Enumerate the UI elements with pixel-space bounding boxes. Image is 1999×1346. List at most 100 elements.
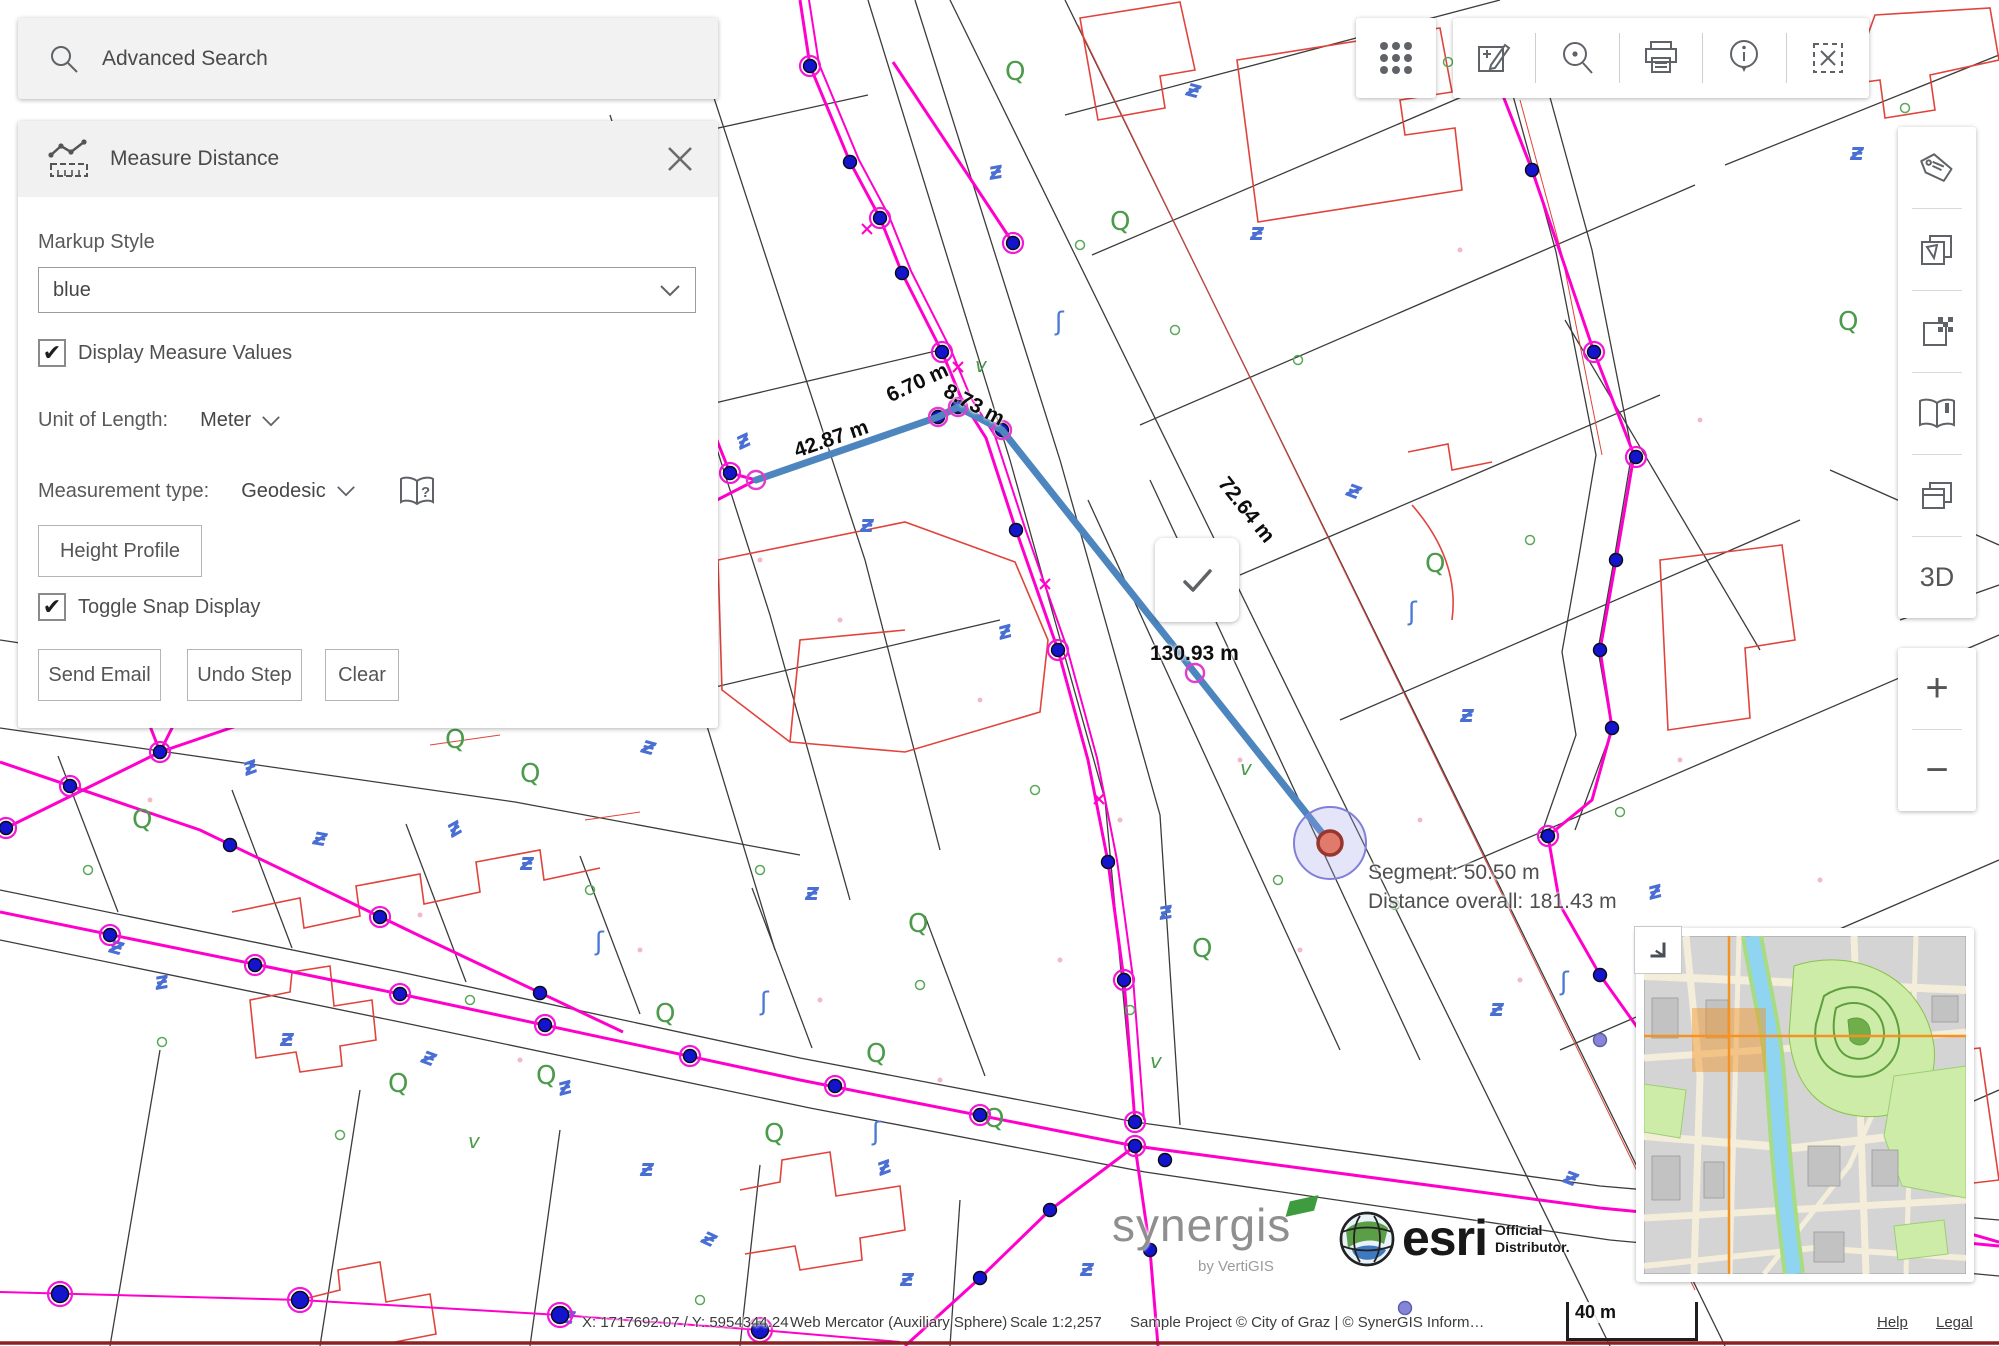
select-region-button[interactable]: [1787, 18, 1869, 98]
svg-text:ƶ: ƶ: [151, 966, 172, 996]
svg-text:ƶ: ƶ: [310, 822, 331, 852]
svg-text:Q: Q: [1005, 57, 1025, 87]
chevron-down-icon: [659, 284, 681, 297]
svg-text:ʃ: ʃ: [1407, 597, 1418, 627]
svg-text:ƶ: ƶ: [553, 1071, 576, 1102]
markup-style-select[interactable]: blue: [38, 267, 696, 313]
print-button[interactable]: [1620, 18, 1702, 98]
height-profile-button[interactable]: Height Profile: [38, 525, 202, 577]
tag-icon: [1913, 144, 1960, 191]
svg-text:ƶ: ƶ: [1249, 218, 1265, 246]
help-book-icon[interactable]: ?: [398, 476, 436, 506]
unit-of-length-row: Unit of Length: Meter: [38, 409, 281, 432]
segment-info: Segment: 50.50 m Distance overall: 181.4…: [1368, 858, 1617, 917]
esri-distributor-text: Official Distributor.: [1495, 1222, 1570, 1256]
svg-text:ʃ: ʃ: [871, 1117, 882, 1147]
svg-text:ʃ: ʃ: [759, 987, 770, 1017]
svg-text:ƶ: ƶ: [804, 878, 820, 906]
scale-bar: 40 m: [1566, 1302, 1698, 1341]
esri-logo: esri Official Distributor.: [1338, 1210, 1570, 1268]
send-email-button[interactable]: Send Email: [38, 649, 161, 701]
collapse-corner-icon: [1643, 935, 1673, 965]
display-measure-values-checkbox[interactable]: ✔: [38, 339, 66, 367]
help-link[interactable]: Help: [1877, 1314, 1908, 1331]
measure-distance-panel: Measure Distance Markup Style blue ✔ Dis…: [18, 121, 718, 728]
scale-label: Scale 1:2,257: [1010, 1314, 1102, 1331]
svg-text:ƶ: ƶ: [872, 1150, 897, 1182]
select-features-icon: [1917, 230, 1957, 270]
label-tool-button[interactable]: [1898, 127, 1976, 208]
overall-distance: Distance overall: 181.43 m: [1368, 887, 1617, 916]
close-panel-button[interactable]: [652, 131, 708, 187]
info-icon: [1725, 38, 1763, 78]
svg-text:ƶ: ƶ: [1079, 1254, 1095, 1282]
synergis-logo: synergis by VertiGIS: [1112, 1198, 1291, 1252]
clear-button[interactable]: Clear: [325, 649, 399, 701]
confirm-measure-button[interactable]: [1155, 538, 1239, 622]
synergis-sub-text: by VertiGIS: [1198, 1258, 1274, 1275]
svg-text:ƶ: ƶ: [1489, 994, 1505, 1022]
svg-text:ƶ: ƶ: [238, 750, 263, 782]
scale-bar-label: 40 m: [1571, 1302, 1620, 1323]
right-toolbar: 3D: [1898, 127, 1976, 618]
advanced-search-bar[interactable]: Advanced Search: [18, 18, 718, 99]
legend-book-icon: [1916, 397, 1958, 431]
zoom-tool-button[interactable]: [1536, 18, 1618, 98]
zoom-control: + −: [1898, 648, 1976, 811]
markup-style-label: Markup Style: [38, 231, 155, 254]
unit-of-length-label: Unit of Length:: [38, 409, 168, 432]
svg-text:ƶ: ƶ: [1459, 700, 1475, 728]
overview-map[interactable]: [1636, 928, 1974, 1282]
svg-text:v: v: [975, 353, 988, 377]
collapse-overview-button[interactable]: [1634, 926, 1682, 974]
3d-view-button[interactable]: 3D: [1898, 537, 1976, 618]
undo-step-button[interactable]: Undo Step: [187, 649, 302, 701]
chevron-down-icon[interactable]: [261, 415, 281, 427]
measure-panel-title: Measure Distance: [110, 147, 279, 171]
apps-menu-button[interactable]: [1356, 18, 1436, 98]
attribution-label: Sample Project © City of Graz | © SynerG…: [1130, 1314, 1484, 1331]
svg-text:Q: Q: [536, 1061, 556, 1091]
compare-maps-button[interactable]: [1898, 455, 1976, 536]
select-region-icon: [1809, 39, 1847, 77]
svg-text:ƶ: ƶ: [279, 1024, 295, 1052]
markup-tool-button[interactable]: [1453, 18, 1535, 98]
segment-length: Segment: 50.50 m: [1368, 858, 1617, 887]
zoom-in-icon: [1559, 39, 1597, 77]
toggle-snap-checkbox[interactable]: ✔: [38, 593, 66, 621]
svg-text:ƶ: ƶ: [985, 156, 1006, 186]
svg-text:ƶ: ƶ: [417, 1041, 442, 1073]
legal-link[interactable]: Legal: [1936, 1314, 1973, 1331]
svg-text:?: ?: [421, 484, 430, 501]
svg-text:Q: Q: [445, 725, 465, 755]
measure-label-5: 130.93 m: [1150, 642, 1239, 666]
svg-text:ƶ: ƶ: [1559, 1161, 1584, 1193]
raster-layers-button[interactable]: [1898, 291, 1976, 372]
svg-text:Q: Q: [866, 1039, 886, 1069]
measurement-layer: [747, 398, 1366, 879]
svg-text:v: v: [1150, 1049, 1163, 1073]
chevron-down-icon[interactable]: [336, 485, 356, 497]
svg-text:Q: Q: [764, 1119, 784, 1149]
zoom-out-button[interactable]: −: [1898, 730, 1976, 811]
svg-text:Q: Q: [132, 805, 152, 835]
measurement-type-label: Measurement type:: [38, 480, 209, 503]
select-features-button[interactable]: [1898, 209, 1976, 290]
svg-text:Q: Q: [908, 909, 928, 939]
svg-text:ƶ: ƶ: [1643, 875, 1666, 906]
markup-style-value: blue: [53, 279, 91, 302]
close-icon: [666, 145, 694, 173]
measurement-type-value[interactable]: Geodesic: [241, 480, 326, 503]
identify-button[interactable]: [1703, 18, 1785, 98]
svg-text:ƶ: ƶ: [440, 811, 468, 843]
svg-text:Q: Q: [1110, 207, 1130, 237]
svg-text:ƶ: ƶ: [899, 1264, 915, 1292]
svg-text:ʃ: ʃ: [594, 927, 605, 957]
measurement-type-row: Measurement type: Geodesic ?: [38, 476, 436, 506]
legend-button[interactable]: [1898, 373, 1976, 454]
unit-of-length-value[interactable]: Meter: [200, 409, 251, 432]
svg-text:ƶ: ƶ: [993, 615, 1016, 646]
svg-text:Q: Q: [655, 999, 675, 1029]
check-icon: [1177, 560, 1217, 600]
zoom-in-button[interactable]: +: [1898, 648, 1976, 729]
